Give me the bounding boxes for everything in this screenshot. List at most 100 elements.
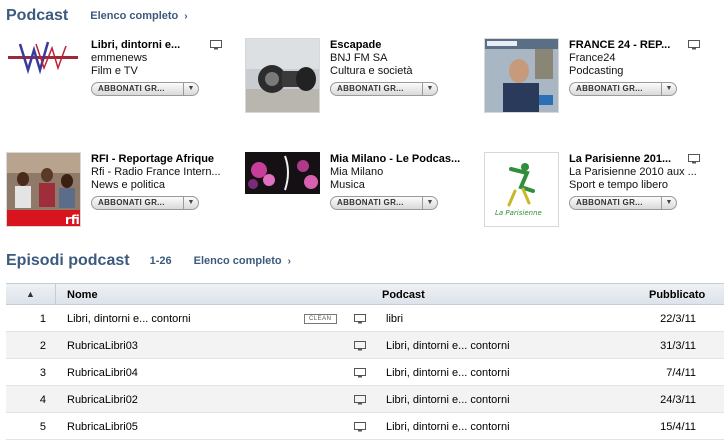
sort-ascending-icon[interactable]: ▲ [6, 284, 56, 304]
dropdown-arrow-icon[interactable]: ▼ [184, 85, 198, 92]
podcast-category[interactable]: Sport e tempo libero [569, 179, 701, 192]
podcast-artwork[interactable]: La Parisienne [484, 152, 559, 227]
podcast-title[interactable]: Escapade [330, 39, 442, 52]
episode-podcast[interactable]: libri [386, 313, 403, 325]
video-screen-icon [354, 368, 366, 378]
episode-range: 1-26 [149, 255, 172, 267]
full-list-label[interactable]: Elenco completo [194, 255, 282, 267]
video-screen-icon [688, 154, 700, 164]
row-number: 2 [39, 340, 46, 352]
episode-name[interactable]: RubricaLibri02 [67, 394, 138, 406]
episode-podcast[interactable]: Libri, dintorni e... contorni [386, 394, 510, 406]
podcast-category[interactable]: Podcasting [569, 65, 701, 78]
column-header-published[interactable]: Pubblicato [649, 289, 705, 301]
podcast-title[interactable]: Mia Milano - Le Podcas... [330, 153, 462, 166]
podcast-card[interactable]: FRANCE 24 - REP... France24 Podcasting A… [478, 38, 716, 118]
chevron-right-icon: › [184, 10, 188, 22]
row-number: 3 [39, 367, 46, 379]
episode-name[interactable]: Libri, dintorni e... contorni [67, 313, 191, 325]
row-number: 5 [39, 421, 46, 433]
episode-podcast[interactable]: Libri, dintorni e... contorni [386, 367, 510, 379]
table-row[interactable]: 2 RubricaLibri03 Libri, dintorni e... co… [6, 332, 724, 359]
episode-name[interactable]: RubricaLibri03 [67, 340, 138, 352]
episode-date: 15/4/11 [660, 421, 696, 433]
podcast-title[interactable]: Libri, dintorni e... [91, 39, 203, 52]
podcast-card[interactable]: Escapade BNJ FM SA Cultura e società ABB… [239, 38, 477, 118]
subscribe-button[interactable]: ABBONATI GR... ▼ [330, 81, 438, 96]
table-row[interactable]: 3 RubricaLibri04 Libri, dintorni e... co… [6, 359, 724, 386]
episode-date: 31/3/11 [660, 340, 696, 352]
section-title-episodes: Episodi podcast [6, 252, 130, 269]
svg-text:La Parisienne: La Parisienne [495, 209, 542, 217]
subscribe-button[interactable]: ABBONATI GR... ▼ [569, 195, 677, 210]
podcast-category[interactable]: Musica [330, 179, 462, 192]
svg-text:rfi: rfi [65, 213, 80, 227]
full-list-label[interactable]: Elenco completo [90, 10, 178, 22]
video-screen-icon [210, 40, 222, 50]
subscribe-label[interactable]: ABBONATI GR... [570, 82, 662, 95]
podcast-card[interactable]: Mia Milano - Le Podcas... Mia Milano Mus… [239, 152, 477, 232]
podcast-category[interactable]: Cultura e società [330, 65, 462, 78]
section-title-podcast: Podcast [6, 7, 69, 24]
episode-podcast[interactable]: Libri, dintorni e... contorni [386, 340, 510, 352]
table-row[interactable]: 4 RubricaLibri02 Libri, dintorni e... co… [6, 386, 724, 413]
podcast-author[interactable]: Mia Milano [330, 166, 462, 179]
subscribe-label[interactable]: ABBONATI GR... [331, 82, 423, 95]
subscribe-label[interactable]: ABBONATI GR... [570, 196, 662, 209]
podcast-author[interactable]: Rfi - Radio France Intern... [91, 166, 223, 179]
podcast-author[interactable]: La Parisienne 2010 aux ... [569, 166, 701, 179]
podcast-category[interactable]: News e politica [91, 179, 223, 192]
episodes-table: ▲ Nome Podcast Pubblicato 1 Libri, dinto… [6, 283, 724, 440]
table-header: ▲ Nome Podcast Pubblicato [6, 283, 724, 305]
podcast-full-list-link[interactable]: Elenco completo › [90, 10, 187, 22]
subscribe-button[interactable]: ABBONATI GR... ▼ [91, 195, 199, 210]
dropdown-arrow-icon[interactable]: ▼ [423, 199, 437, 206]
podcast-title[interactable]: FRANCE 24 - REP... [569, 39, 681, 52]
row-number: 4 [39, 394, 46, 406]
podcast-section-header: Podcast Elenco completo › [0, 3, 188, 29]
episode-podcast[interactable]: Libri, dintorni e... contorni [386, 421, 510, 433]
podcast-title[interactable]: RFI - Reportage Afrique [91, 153, 223, 166]
dropdown-arrow-icon[interactable]: ▼ [184, 199, 198, 206]
dropdown-arrow-icon[interactable]: ▼ [662, 85, 676, 92]
subscribe-label[interactable]: ABBONATI GR... [92, 82, 184, 95]
podcast-category[interactable]: Film e TV [91, 65, 223, 78]
table-row[interactable]: 1 Libri, dintorni e... contorni CLEAN li… [6, 305, 724, 332]
video-screen-icon [688, 40, 700, 50]
column-header-podcast[interactable]: Podcast [382, 289, 425, 301]
column-header-name[interactable]: Nome [67, 289, 98, 301]
episode-date: 24/3/11 [660, 394, 696, 406]
subscribe-label[interactable]: ABBONATI GR... [92, 196, 184, 209]
episode-date: 7/4/11 [666, 367, 696, 379]
podcast-artwork[interactable] [245, 152, 320, 194]
podcast-artwork[interactable] [245, 38, 320, 113]
video-screen-icon [354, 341, 366, 351]
video-screen-icon [354, 395, 366, 405]
dropdown-arrow-icon[interactable]: ▼ [423, 85, 437, 92]
chevron-right-icon: › [287, 255, 291, 267]
episodes-section-header: Episodi podcast 1-26 Elenco completo › [0, 248, 291, 274]
subscribe-label[interactable]: ABBONATI GR... [331, 196, 423, 209]
podcast-artwork[interactable] [484, 38, 559, 113]
podcast-card[interactable]: Libri, dintorni e... emmenews Film e TV … [0, 38, 238, 118]
podcast-author[interactable]: BNJ FM SA [330, 52, 462, 65]
podcast-card[interactable]: rfi RFI - Reportage Afrique Rfi - Radio … [0, 152, 238, 232]
table-row[interactable]: 5 RubricaLibri05 Libri, dintorni e... co… [6, 413, 724, 440]
clean-badge: CLEAN [304, 314, 337, 324]
dropdown-arrow-icon[interactable]: ▼ [662, 199, 676, 206]
subscribe-button[interactable]: ABBONATI GR... ▼ [91, 81, 199, 96]
podcast-card[interactable]: La Parisienne La Parisienne 201... La Pa… [478, 152, 716, 232]
row-number: 1 [39, 313, 46, 325]
podcast-title[interactable]: La Parisienne 201... [569, 153, 681, 166]
video-screen-icon [354, 422, 366, 432]
subscribe-button[interactable]: ABBONATI GR... ▼ [569, 81, 677, 96]
video-screen-icon [354, 314, 366, 324]
episode-name[interactable]: RubricaLibri05 [67, 421, 138, 433]
podcast-author[interactable]: France24 [569, 52, 701, 65]
episodes-full-list-link[interactable]: Elenco completo › [194, 255, 291, 267]
subscribe-button[interactable]: ABBONATI GR... ▼ [330, 195, 438, 210]
podcast-artwork[interactable]: rfi [6, 152, 81, 227]
episode-name[interactable]: RubricaLibri04 [67, 367, 138, 379]
podcast-artwork[interactable] [6, 38, 81, 78]
podcast-author[interactable]: emmenews [91, 52, 223, 65]
